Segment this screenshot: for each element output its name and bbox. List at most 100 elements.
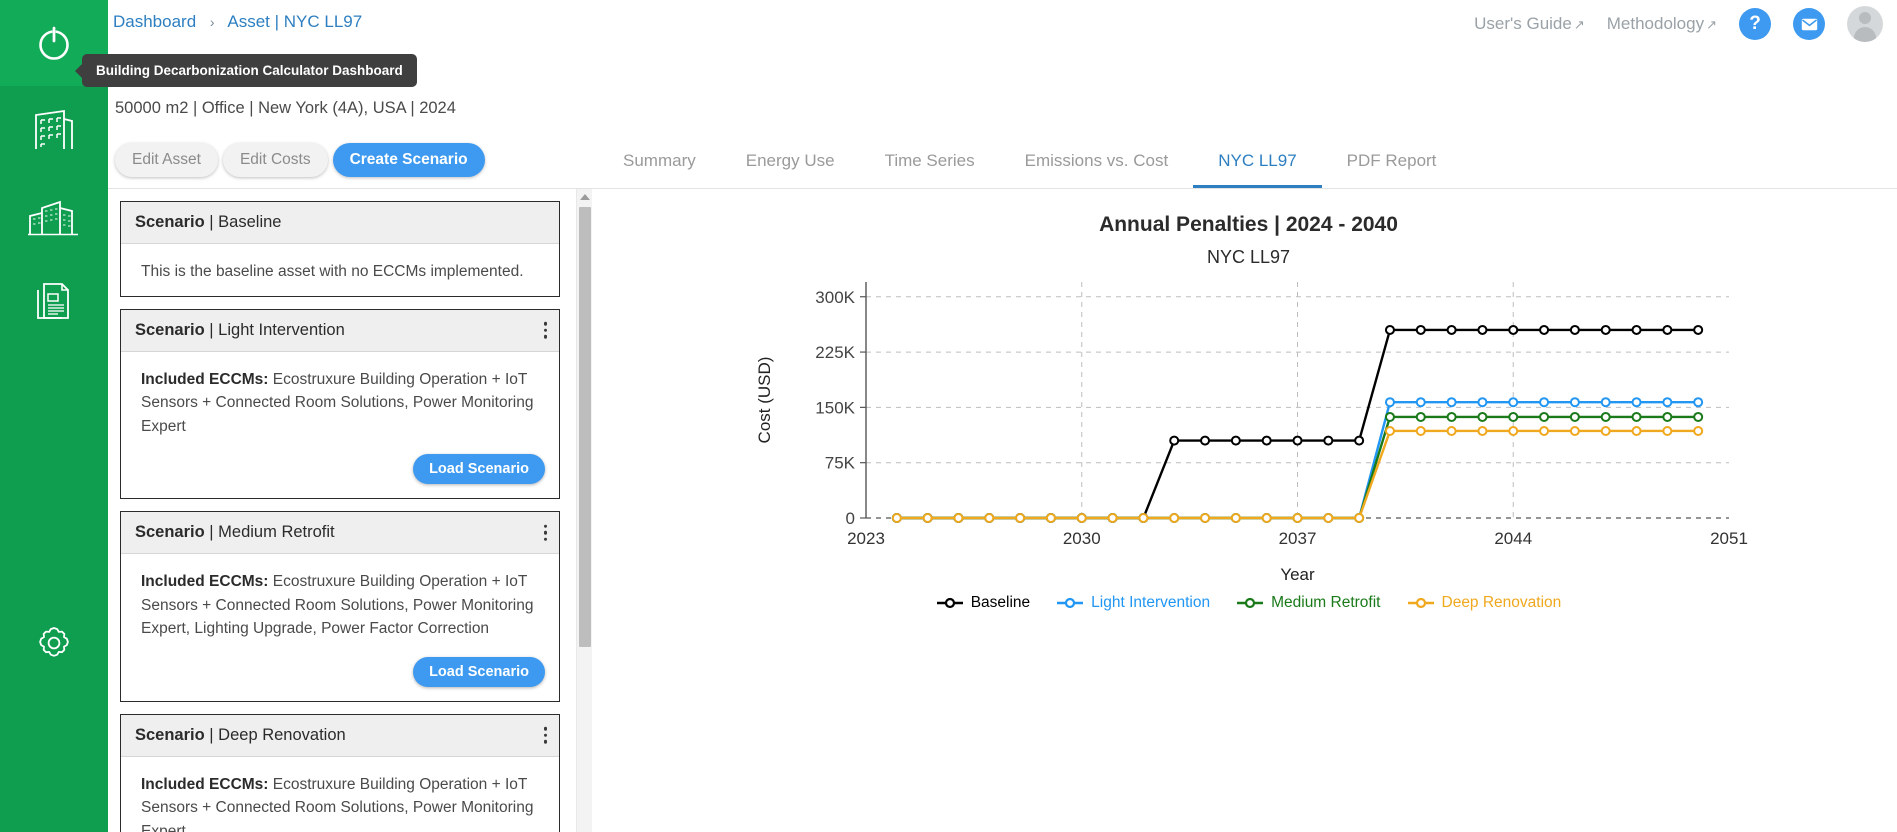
data-point <box>1231 514 1239 522</box>
external-link-icon: ↗ <box>1574 17 1585 32</box>
sidebar-item-settings[interactable] <box>0 600 108 686</box>
data-point <box>1663 413 1671 421</box>
data-point <box>1231 437 1239 445</box>
data-point <box>1355 514 1363 522</box>
main-area: Dashboard › Asset | NYC LL97 User's Guid… <box>108 0 1897 832</box>
load-scenario-button[interactable]: Load Scenario <box>413 454 545 484</box>
load-scenario-button[interactable]: Load Scenario <box>413 657 545 687</box>
tab-emissions-vs-cost[interactable]: Emissions vs. Cost <box>1000 143 1194 188</box>
sidebar-item-portfolio[interactable] <box>0 172 108 258</box>
mail-icon[interactable] <box>1793 8 1825 40</box>
scenario-card: Scenario | Light Intervention Included EC… <box>120 309 560 500</box>
breadcrumb-current[interactable]: Asset | NYC LL97 <box>227 12 362 31</box>
tab-time-series[interactable]: Time Series <box>860 143 1000 188</box>
create-scenario-button[interactable]: Create Scenario <box>333 143 485 177</box>
tab-label: Summary <box>623 151 696 170</box>
help-icon[interactable]: ? <box>1739 8 1771 40</box>
data-point <box>1570 427 1578 435</box>
x-axis-tick-label: 2030 <box>1062 529 1100 548</box>
tab-summary[interactable]: Summary <box>598 143 721 188</box>
top-links: User's Guide↗ Methodology↗ ? <box>1474 6 1883 42</box>
users-guide-link[interactable]: User's Guide↗ <box>1474 14 1585 34</box>
legend-item[interactable]: Baseline <box>936 594 1030 612</box>
data-point <box>1540 326 1548 334</box>
data-point <box>1632 427 1640 435</box>
y-axis-tick-label: 150K <box>815 398 855 417</box>
data-point <box>1601 413 1609 421</box>
scenario-card-body: Included ECCMs: Ecostruxure Building Ope… <box>121 757 559 832</box>
y-axis-tick-label: 0 <box>845 509 854 528</box>
methodology-link[interactable]: Methodology↗ <box>1607 14 1717 34</box>
data-point <box>1540 398 1548 406</box>
sidebar-item-building[interactable] <box>0 86 108 172</box>
tab-pdf-report[interactable]: PDF Report <box>1322 143 1462 188</box>
tab-label: PDF Report <box>1347 151 1437 170</box>
chart-legend: Baseline Light Intervention Medium Retrofi… <box>600 594 1897 612</box>
scrollbar-thumb[interactable] <box>579 207 591 647</box>
app-root: Dashboard › Asset | NYC LL97 User's Guid… <box>0 0 1897 832</box>
data-point <box>892 514 900 522</box>
data-point <box>1509 427 1517 435</box>
data-point <box>1416 398 1424 406</box>
scroll-up-arrow-icon[interactable] <box>577 189 593 205</box>
data-point <box>923 514 931 522</box>
avatar[interactable] <box>1847 6 1883 42</box>
tab-label: Energy Use <box>746 151 835 170</box>
scenario-card-title: Scenario | Light Intervention <box>135 321 345 340</box>
scenario-menu-icon[interactable] <box>544 322 548 339</box>
breadcrumb-separator-icon: › <box>210 14 215 30</box>
methodology-label: Methodology <box>1607 14 1704 33</box>
scenario-card-header: Scenario | Baseline <box>121 202 559 244</box>
data-point <box>1416 427 1424 435</box>
data-point <box>1570 398 1578 406</box>
included-eccms-label: Included ECCMs: <box>141 573 268 590</box>
data-point <box>1694 326 1702 334</box>
action-button-row: Edit Asset Edit Costs Create Scenario <box>115 143 485 177</box>
scenario-card-header: Scenario | Light Intervention <box>121 310 559 352</box>
data-point <box>1293 437 1301 445</box>
data-point <box>1416 326 1424 334</box>
included-eccms-label: Included ECCMs: <box>141 371 268 388</box>
data-point <box>1139 514 1147 522</box>
chart-title: Annual Penalties | 2024 - 2040 <box>600 213 1897 237</box>
tab-energy-use[interactable]: Energy Use <box>721 143 860 188</box>
legend-label: Medium Retrofit <box>1271 594 1380 612</box>
scenario-card-header: Scenario | Medium Retrofit <box>121 512 559 554</box>
annual-penalties-line-chart: 075K150K225K300K20232030203720442051Year… <box>744 268 1754 588</box>
data-point <box>1046 514 1054 522</box>
scenario-card-title: Scenario | Baseline <box>135 213 281 232</box>
data-point <box>1324 437 1332 445</box>
scenario-card-footer: Load Scenario <box>121 450 559 498</box>
data-point <box>1077 514 1085 522</box>
legend-marker-icon <box>936 596 964 610</box>
edit-asset-button[interactable]: Edit Asset <box>115 143 218 177</box>
edit-costs-button[interactable]: Edit Costs <box>223 143 328 177</box>
data-point <box>1694 413 1702 421</box>
sidebar-item-reports[interactable] <box>0 258 108 344</box>
legend-label: Deep Renovation <box>1442 594 1562 612</box>
documents-icon <box>30 278 78 324</box>
legend-item[interactable]: Light Intervention <box>1056 594 1210 612</box>
data-point <box>1385 413 1393 421</box>
scenario-menu-icon[interactable] <box>544 727 548 744</box>
legend-label: Light Intervention <box>1091 594 1210 612</box>
x-axis-tick-label: 2044 <box>1494 529 1532 548</box>
scenario-card-body: Included ECCMs: Ecostruxure Building Ope… <box>121 352 559 451</box>
data-point <box>1601 326 1609 334</box>
content-area: Scenario | BaselineThis is the baseline … <box>108 188 1897 832</box>
tab-nyc-ll97[interactable]: NYC LL97 <box>1193 143 1321 188</box>
x-axis-tick-label: 2037 <box>1278 529 1316 548</box>
tab-bar: Summary Energy Use Time SeriesEmissions vs… <box>598 143 1461 188</box>
legend-item[interactable]: Deep Renovation <box>1407 594 1562 612</box>
scenario-card: Scenario | BaselineThis is the baseline … <box>120 201 560 297</box>
data-point <box>1509 326 1517 334</box>
breadcrumb-dashboard-link[interactable]: Dashboard <box>113 12 196 31</box>
y-axis-tick-label: 225K <box>815 343 855 362</box>
scenario-card-header: Scenario | Deep Renovation <box>121 715 559 757</box>
y-axis-tick-label: 75K <box>824 454 855 473</box>
scenario-menu-icon[interactable] <box>544 524 548 541</box>
data-point <box>1694 427 1702 435</box>
legend-item[interactable]: Medium Retrofit <box>1236 594 1380 612</box>
scenario-list-scrollbar[interactable] <box>576 189 592 832</box>
data-point <box>1478 427 1486 435</box>
